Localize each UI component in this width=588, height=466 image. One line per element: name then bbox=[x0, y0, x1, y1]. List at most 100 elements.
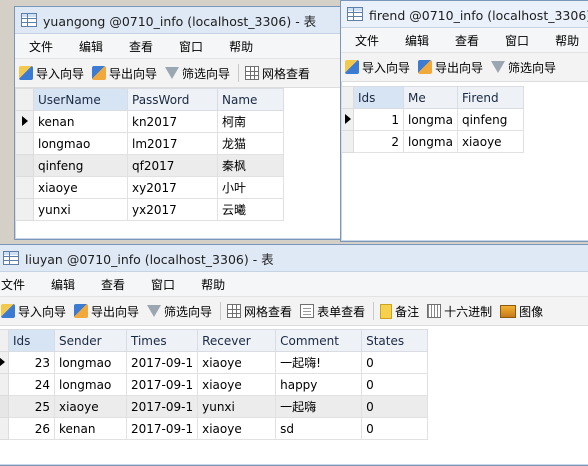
column-header-ids[interactable]: Ids bbox=[353, 86, 404, 109]
cell-username[interactable]: xiaoye bbox=[33, 176, 128, 199]
cell-comment[interactable]: 一起嗨 bbox=[275, 395, 363, 418]
cell-username[interactable]: kenan bbox=[33, 110, 128, 133]
column-header-firend[interactable]: Firend bbox=[456, 86, 524, 109]
column-header-ids[interactable]: Ids bbox=[8, 329, 55, 352]
menu-view[interactable]: 查看 bbox=[455, 32, 479, 49]
cell-recever[interactable]: xiaoye bbox=[197, 417, 277, 440]
cell-firend[interactable]: xiaoye bbox=[456, 130, 524, 153]
cell-username[interactable]: yunxi bbox=[33, 198, 128, 221]
cell-firend[interactable]: qinfeng bbox=[456, 108, 524, 131]
column-header-password[interactable]: PassWord bbox=[127, 88, 218, 111]
cell-me[interactable]: longma bbox=[403, 108, 458, 131]
export-wizard-button[interactable]: 导出向导 bbox=[418, 59, 483, 76]
cell-password[interactable]: qf2017 bbox=[127, 154, 218, 177]
cell-password[interactable]: yx2017 bbox=[127, 198, 218, 221]
export-wizard-button[interactable]: 导出向导 bbox=[92, 65, 157, 82]
column-header-sender[interactable]: Sender bbox=[54, 329, 127, 352]
cell-states[interactable]: 0 bbox=[361, 351, 429, 374]
table-row[interactable]: 26 kenan 2017-09-1 xiaoye sd 0 bbox=[0, 417, 429, 440]
cell-me[interactable]: longma bbox=[403, 130, 458, 153]
filter-wizard-button[interactable]: 筛选向导 bbox=[165, 65, 230, 82]
filter-wizard-button[interactable]: 筛选向导 bbox=[147, 303, 212, 320]
yuangong-titlebar[interactable]: yuangong @0710_info (localhost_3306) - 表 bbox=[15, 7, 351, 34]
cell-times[interactable]: 2017-09-1 bbox=[125, 351, 199, 374]
cell-name[interactable]: 秦枫 bbox=[217, 154, 284, 177]
cell-ids[interactable]: 26 bbox=[8, 417, 55, 440]
column-header-username[interactable]: UserName bbox=[33, 88, 128, 111]
menu-file[interactable]: 文件 bbox=[29, 38, 53, 55]
table-row[interactable]: qinfeng qf2017 秦枫 bbox=[15, 154, 284, 177]
firend-titlebar[interactable]: firend @0710_info (localhost_3306) - 表 bbox=[341, 1, 588, 28]
cell-comment[interactable]: 一起嗨! bbox=[275, 351, 363, 374]
image-button[interactable]: 图像 bbox=[500, 303, 543, 320]
cell-password[interactable]: lm2017 bbox=[127, 132, 218, 155]
cell-password[interactable]: xy2017 bbox=[127, 176, 218, 199]
cell-times[interactable]: 2017-09-1 bbox=[125, 373, 199, 396]
cell-name[interactable]: 龙猫 bbox=[217, 132, 284, 155]
menu-file[interactable]: 文件 bbox=[355, 32, 379, 49]
menu-edit[interactable]: 编辑 bbox=[79, 38, 103, 55]
import-wizard-button[interactable]: 导入向导 bbox=[19, 65, 84, 82]
column-header-comment[interactable]: Comment bbox=[275, 329, 363, 352]
table-row[interactable]: 24 longmao 2017-09-1 xiaoye happy 0 bbox=[0, 373, 429, 396]
menu-window[interactable]: 窗口 bbox=[505, 32, 529, 49]
cell-states[interactable]: 0 bbox=[361, 417, 429, 440]
cell-name[interactable]: 柯南 bbox=[217, 110, 284, 133]
cell-recever[interactable]: yunxi bbox=[197, 395, 277, 418]
import-wizard-button[interactable]: 导入向导 bbox=[1, 303, 66, 320]
liuyan-titlebar[interactable]: liuyan @0710_info (localhost_3306) - 表 bbox=[0, 245, 588, 272]
table-row[interactable]: 23 longmao 2017-09-1 xiaoye 一起嗨! 0 bbox=[0, 351, 429, 374]
cell-sender[interactable]: longmao bbox=[54, 373, 127, 396]
cell-states[interactable]: 0 bbox=[361, 373, 429, 396]
menu-edit[interactable]: 编辑 bbox=[405, 32, 429, 49]
cell-sender[interactable]: kenan bbox=[54, 417, 127, 440]
table-row[interactable]: longmao lm2017 龙猫 bbox=[15, 132, 284, 155]
cell-times[interactable]: 2017-09-1 bbox=[125, 395, 199, 418]
cell-comment[interactable]: sd bbox=[275, 417, 363, 440]
filter-wizard-button[interactable]: 筛选向导 bbox=[491, 59, 556, 76]
table-row[interactable]: 1 longma qinfeng bbox=[341, 108, 524, 131]
cell-password[interactable]: kn2017 bbox=[127, 110, 218, 133]
menu-window[interactable]: 窗口 bbox=[179, 38, 203, 55]
cell-ids[interactable]: 25 bbox=[8, 395, 55, 418]
menu-view[interactable]: 查看 bbox=[129, 38, 153, 55]
menu-edit[interactable]: 编辑 bbox=[51, 276, 75, 293]
table-row[interactable]: 2 longma xiaoye bbox=[341, 130, 524, 153]
cell-ids[interactable]: 2 bbox=[353, 130, 404, 153]
menu-help[interactable]: 帮助 bbox=[201, 276, 225, 293]
memo-button[interactable]: 备注 bbox=[380, 303, 419, 320]
menu-window[interactable]: 窗口 bbox=[151, 276, 175, 293]
cell-username[interactable]: qinfeng bbox=[33, 154, 128, 177]
cell-recever[interactable]: xiaoye bbox=[197, 351, 277, 374]
column-header-name[interactable]: Name bbox=[217, 88, 284, 111]
grid-view-button[interactable]: 网格查看 bbox=[227, 303, 292, 320]
cell-ids[interactable]: 23 bbox=[8, 351, 55, 374]
column-header-states[interactable]: States bbox=[361, 329, 429, 352]
grid-view-button[interactable]: 网格查看 bbox=[245, 65, 310, 82]
menu-help[interactable]: 帮助 bbox=[229, 38, 253, 55]
column-header-recever[interactable]: Recever bbox=[197, 329, 277, 352]
cell-sender[interactable]: xiaoye bbox=[54, 395, 127, 418]
cell-sender[interactable]: longmao bbox=[54, 351, 127, 374]
table-row[interactable]: kenan kn2017 柯南 bbox=[15, 110, 284, 133]
cell-comment[interactable]: happy bbox=[275, 373, 363, 396]
menu-help[interactable]: 帮助 bbox=[555, 32, 579, 49]
import-wizard-button[interactable]: 导入向导 bbox=[345, 59, 410, 76]
menu-view[interactable]: 查看 bbox=[101, 276, 125, 293]
cell-ids[interactable]: 24 bbox=[8, 373, 55, 396]
cell-username[interactable]: longmao bbox=[33, 132, 128, 155]
table-row[interactable]: 25 xiaoye 2017-09-1 yunxi 一起嗨 0 bbox=[0, 395, 429, 418]
form-view-button[interactable]: 表单查看 bbox=[300, 303, 365, 320]
column-header-times[interactable]: Times bbox=[125, 329, 199, 352]
table-row[interactable]: xiaoye xy2017 小叶 bbox=[15, 176, 284, 199]
cell-name[interactable]: 云曦 bbox=[217, 198, 284, 221]
table-row[interactable]: yunxi yx2017 云曦 bbox=[15, 198, 284, 221]
cell-times[interactable]: 2017-09-1 bbox=[125, 417, 199, 440]
menu-file[interactable]: 文件 bbox=[1, 276, 25, 293]
column-header-me[interactable]: Me bbox=[403, 86, 458, 109]
cell-name[interactable]: 小叶 bbox=[217, 176, 284, 199]
cell-states[interactable]: 0 bbox=[361, 395, 429, 418]
export-wizard-button[interactable]: 导出向导 bbox=[74, 303, 139, 320]
cell-recever[interactable]: xiaoye bbox=[197, 373, 277, 396]
cell-ids[interactable]: 1 bbox=[353, 108, 404, 131]
